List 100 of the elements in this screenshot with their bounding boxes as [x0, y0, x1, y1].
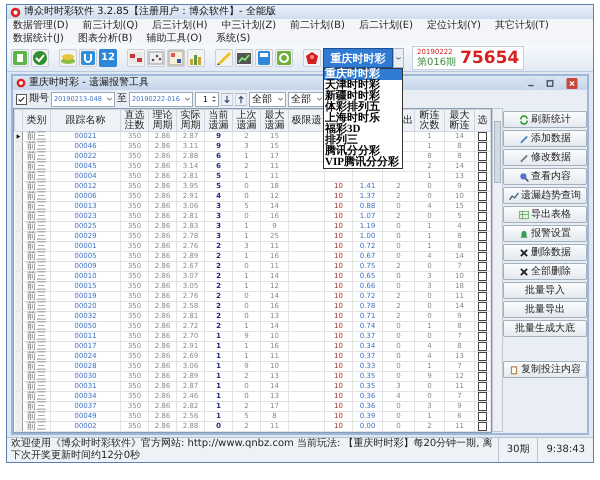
row-checkbox[interactable]	[478, 242, 487, 251]
side-button[interactable]: 全部删除	[503, 263, 587, 280]
dropdown-option[interactable]: VIP腾讯分分彩	[324, 157, 402, 168]
row-checkbox[interactable]	[478, 352, 487, 361]
row-checkbox[interactable]	[478, 282, 487, 291]
magnet-icon[interactable]	[79, 49, 97, 67]
dropdown-option[interactable]: 体彩排列五	[324, 102, 402, 113]
menu-item[interactable]: 定位计划(Y)	[426, 19, 481, 32]
row-checkbox[interactable]	[478, 392, 487, 401]
row-checkbox[interactable]	[478, 292, 487, 301]
dropdown-option[interactable]: 天津时时彩	[324, 80, 402, 91]
category-dropdown[interactable]: 全部	[249, 92, 286, 106]
side-button[interactable]: 修改数据	[503, 149, 587, 166]
menu-item[interactable]: 前二计划(B)	[290, 19, 345, 32]
row-checkbox[interactable]	[478, 152, 487, 161]
dropdown-option[interactable]: 上海时时乐	[324, 113, 402, 124]
column-header[interactable]: 理论周期	[149, 110, 176, 130]
side-button[interactable]: 报警设置	[503, 225, 587, 242]
row-checkbox[interactable]	[478, 272, 487, 281]
arrow-up-icon[interactable]	[235, 92, 247, 106]
column-header[interactable]: 最大遗漏	[261, 110, 288, 130]
row-checkbox[interactable]	[478, 232, 487, 241]
dropdown-option[interactable]: 腾讯分分彩	[324, 146, 402, 157]
row-checkbox[interactable]	[478, 332, 487, 341]
side-button[interactable]: 批量导出	[503, 301, 587, 318]
row-checkbox[interactable]	[478, 252, 487, 261]
row-checkbox[interactable]	[478, 192, 487, 201]
dropdown-option[interactable]: 排列三	[324, 135, 402, 146]
row-checkbox[interactable]	[478, 312, 487, 321]
side-button[interactable]: 删除数据	[503, 244, 587, 261]
type-dropdown[interactable]: 全部	[288, 92, 325, 106]
side-button[interactable]: 导出表格	[503, 206, 587, 223]
gem-icon[interactable]	[303, 49, 321, 67]
lottery-select[interactable]: 重庆时时彩	[323, 48, 393, 68]
menu-item[interactable]: 数据统计(J)	[13, 32, 64, 45]
number-tool-button[interactable]: 12	[99, 49, 117, 67]
row-checkbox[interactable]	[478, 362, 487, 371]
side-button[interactable]: 刷新统计	[503, 111, 587, 128]
row-checkbox[interactable]	[478, 262, 487, 271]
side-button[interactable]: 查看内容	[503, 168, 587, 185]
row-checkbox[interactable]	[478, 382, 487, 391]
column-header[interactable]: 实际周期	[177, 110, 204, 130]
column-header[interactable]: 断连次数	[415, 110, 444, 130]
arrow-down-icon[interactable]	[221, 92, 233, 106]
scatter-icon[interactable]	[147, 49, 165, 67]
side-button[interactable]: 复制投注内容	[503, 361, 587, 378]
row-checkbox[interactable]	[478, 342, 487, 351]
row-checkbox[interactable]	[478, 302, 487, 311]
row-checkbox[interactable]	[478, 222, 487, 231]
side-button[interactable]: 遗漏趋势查询	[503, 187, 587, 204]
menu-item[interactable]: 其它计划(T)	[494, 19, 549, 32]
dropdown-option[interactable]: 福彩3D	[324, 124, 402, 135]
settings-icon[interactable]	[275, 49, 293, 67]
menu-item[interactable]: 中三计划(Z)	[222, 19, 276, 32]
chart-icon[interactable]	[235, 49, 253, 67]
window-title: 博众时时彩软件 3.2.85【注册用户：博众软件】- 全能版	[24, 6, 276, 18]
menu-item[interactable]: 辅助工具(O)	[146, 32, 202, 45]
row-checkbox[interactable]	[478, 162, 487, 171]
side-button[interactable]: 批量生成大底	[503, 320, 587, 337]
column-header[interactable]: 出	[403, 114, 413, 126]
number-grid-icon[interactable]	[167, 49, 185, 67]
menu-item[interactable]: 数据管理(D)	[13, 19, 69, 32]
dropdown-option[interactable]: 重庆时时彩	[324, 69, 402, 80]
row-header[interactable]	[14, 132, 22, 142]
bar-chart-icon[interactable]	[187, 49, 205, 67]
menu-item[interactable]: 后二计划(E)	[358, 19, 413, 32]
row-checkbox[interactable]	[478, 422, 487, 431]
row-checkbox[interactable]	[478, 412, 487, 421]
side-button[interactable]: 添加数据	[503, 130, 587, 147]
grid-table-icon[interactable]	[127, 49, 145, 67]
document-icon[interactable]	[11, 49, 29, 67]
scroll-thumb[interactable]	[494, 121, 501, 183]
row-checkbox[interactable]	[478, 172, 487, 181]
draw-issue: 第016期	[417, 57, 456, 68]
column-header[interactable]: 直选注数	[121, 110, 148, 130]
side-button[interactable]: 批量导入	[503, 282, 587, 299]
row-checkbox[interactable]	[478, 212, 487, 221]
step-spinner[interactable]: 1	[195, 92, 219, 106]
dropdown-option[interactable]: 新疆时时彩	[324, 91, 402, 102]
scrollbar[interactable]	[492, 108, 503, 432]
check-circle-icon[interactable]	[31, 49, 49, 67]
menu-item[interactable]: 后三计划(H)	[152, 19, 208, 32]
row-checkbox[interactable]	[478, 402, 487, 411]
menu-item[interactable]: 图表分析(B)	[78, 32, 132, 45]
column-header[interactable]: 上次遗漏	[233, 110, 260, 130]
calculator-icon[interactable]	[255, 49, 273, 67]
row-checkbox[interactable]	[478, 322, 487, 331]
row-checkbox[interactable]	[478, 202, 487, 211]
menu-item[interactable]: 系统(S)	[216, 32, 250, 45]
column-header[interactable]: 当前遗漏	[205, 110, 232, 130]
row-checkbox[interactable]	[478, 372, 487, 381]
row-checkbox[interactable]	[478, 132, 487, 141]
table-cell: 前三	[26, 271, 46, 282]
row-checkbox[interactable]	[478, 182, 487, 191]
table-cell: 前三	[26, 381, 46, 392]
menu-item[interactable]: 前三计划(Q)	[82, 19, 138, 32]
child-window-title: 重庆时时彩 - 遗漏报警工具	[29, 77, 149, 89]
column-header[interactable]: 最大断连	[445, 110, 474, 130]
row-checkbox[interactable]	[478, 142, 487, 151]
issue-checkbox[interactable]	[16, 94, 27, 104]
